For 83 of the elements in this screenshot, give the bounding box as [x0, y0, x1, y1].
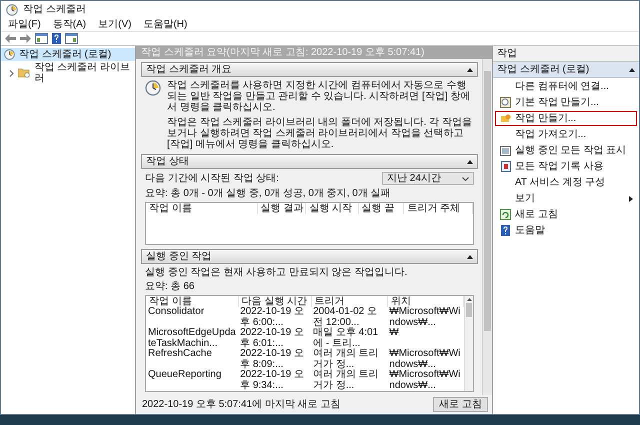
clock-icon: [6, 4, 18, 16]
action-item[interactable]: 보기: [495, 191, 637, 206]
collapse-icon[interactable]: [467, 68, 473, 72]
table-cell-text: 2022-10-19 오후 9:34:...: [239, 370, 305, 391]
menu-item[interactable]: 파일(F): [7, 19, 42, 30]
action-item[interactable]: 새로 고침: [495, 207, 637, 222]
table-cell: Consolidator: [146, 307, 238, 328]
description-text: 작업은 작업 스케줄러 라이브러리 내의 폴더에 저장됩니다. 각 작업을 보거나 실행하려면 작업 스케줄러 라이브러리에서 작업을 선택하고 [작업] 메뉴에서 명령을 클릭하십시오.: [167, 117, 474, 150]
task-icon: [500, 114, 510, 123]
help-icon: [501, 225, 510, 236]
table-cell-text: ₩Microsoft₩Windows₩...: [388, 349, 462, 370]
summary-bar: 작업 스케줄러 요약(마지막 새로 고침: 2022-10-19 오후 5:07:41): [136, 46, 492, 59]
refresh-button[interactable]: 새로 고침: [433, 397, 488, 412]
column-header[interactable]: 작업 이름: [146, 296, 238, 307]
description-text: 작업 스케줄러를 사용하면 지정한 시간에 컴퓨터에서 자동으로 수행되는 일반 작업을 만들고 관리할 수 있습니다. 시작하려면 [작업] 창에서 명령을 클릭하십시오.: [167, 80, 472, 113]
folder-icon: [18, 68, 30, 78]
menu-item[interactable]: 도움말(H): [142, 19, 188, 30]
table-cell-text: 매일 오후 4:01에 - 트리...: [312, 328, 380, 348]
table-cell-text: ₩Microsoft₩Windows₩...: [388, 370, 462, 391]
table-cell: 2022-10-19 오후 6:00:...: [238, 307, 312, 328]
actions-group-header[interactable]: 작업 스케줄러 (로컬): [493, 62, 639, 78]
column-header[interactable]: 다음 실행 시간: [238, 296, 312, 307]
section-header[interactable]: 작업 상태: [141, 154, 478, 169]
clock-icon: [145, 80, 161, 96]
section-header[interactable]: 실행 중인 작업: [141, 249, 478, 264]
table-cell-text: 2022-10-19 오후 8:09:...: [239, 349, 305, 370]
last-refresh-text: 2022-10-19 오후 5:07:41에 마지막 새로 고침: [142, 399, 340, 410]
column-header[interactable]: 실행 시작: [306, 203, 358, 214]
scroll-up-icon[interactable]: [466, 298, 472, 301]
tree-item[interactable]: 작업 스케줄러 (로컬): [1, 48, 135, 61]
back-arrow-icon[interactable]: [5, 34, 16, 43]
scroll-thumb[interactable]: [484, 71, 491, 331]
column-header[interactable]: 실행 결과: [257, 203, 306, 214]
help-icon[interactable]: [52, 33, 61, 44]
action-item[interactable]: 다른 컴퓨터에 연결...: [495, 79, 637, 94]
table-cell-text: 여러 개의 트리거가 정...: [312, 370, 380, 391]
history-icon: [500, 161, 510, 172]
table-cell-text: MicrosoftEdgeUpdateTaskMachin...: [147, 328, 237, 348]
window-title: 작업 스케줄러: [23, 4, 86, 15]
table-cell-text: 2022-10-19 오후 6:01:...: [239, 328, 305, 349]
chevron-icon[interactable]: [9, 70, 14, 76]
action-item[interactable]: 도움말: [495, 223, 637, 238]
column-header[interactable]: 트리거 주체: [404, 203, 472, 214]
action-item[interactable]: 작업 가져오기...: [495, 127, 637, 142]
forward-arrow-icon[interactable]: [20, 34, 31, 43]
action-item[interactable]: 모든 작업 기록 사용: [495, 159, 637, 174]
summary-text: 요약: 총 66: [145, 281, 196, 292]
action-item[interactable]: 실행 중인 모든 작업 표시: [495, 143, 637, 158]
collapse-icon[interactable]: [467, 254, 473, 258]
collapse-icon[interactable]: [629, 68, 635, 72]
table-cell: ₩: [387, 328, 464, 349]
column-header[interactable]: 작업 이름: [146, 203, 257, 214]
actions-title: 작업: [493, 46, 639, 62]
table-cell: ₩Microsoft₩Windows₩...: [387, 307, 464, 328]
menu-item[interactable]: 동작(A): [52, 19, 88, 30]
menu-item[interactable]: 보기(V): [97, 19, 132, 30]
tree-item[interactable]: 작업 스케줄러 라이브러: [5, 61, 135, 85]
clock-icon: [4, 49, 15, 60]
table-cell: 2004-01-02 오전 12:00...: [311, 307, 388, 328]
summary-text: 요약: 총 0개 - 0개 실행 중, 0개 성공, 0개 중지, 0개 실패: [145, 188, 392, 199]
period-dropdown[interactable]: 지난 24시간: [382, 172, 474, 185]
action-item[interactable]: 작업 만들기...: [495, 111, 637, 126]
table-cell: RefreshCache: [146, 349, 238, 370]
action-item[interactable]: AT 서비스 계정 구성: [495, 175, 637, 190]
list-icon: [500, 146, 511, 156]
panel-icon[interactable]: [35, 33, 48, 44]
column-header[interactable]: 실행 끝: [358, 203, 404, 214]
description-text: 실행 중인 작업은 현재 사용하고 만료되지 않은 작업입니다.: [145, 267, 408, 278]
action-item[interactable]: 기본 작업 만들기...: [495, 95, 637, 110]
table-cell-text: 여러 개의 트리거가 정...: [312, 349, 380, 370]
chevron-icon: [462, 176, 469, 180]
period-label: 다음 기간에 시작된 작업 상태:: [145, 173, 279, 184]
scroll-thumb[interactable]: [466, 303, 472, 317]
scrollbar[interactable]: [464, 296, 473, 391]
table-cell-text: QueueReporting: [147, 370, 222, 382]
section-header[interactable]: 작업 스케줄러 개요: [141, 62, 478, 77]
collapse-icon[interactable]: [467, 160, 473, 164]
panel-icon[interactable]: [65, 33, 78, 44]
column-header[interactable]: 트리거: [311, 296, 388, 307]
scrollbar[interactable]: [482, 59, 492, 395]
refresh-icon: [500, 209, 511, 220]
wizard-icon: [500, 97, 511, 108]
submenu-arrow-icon: [629, 196, 633, 202]
